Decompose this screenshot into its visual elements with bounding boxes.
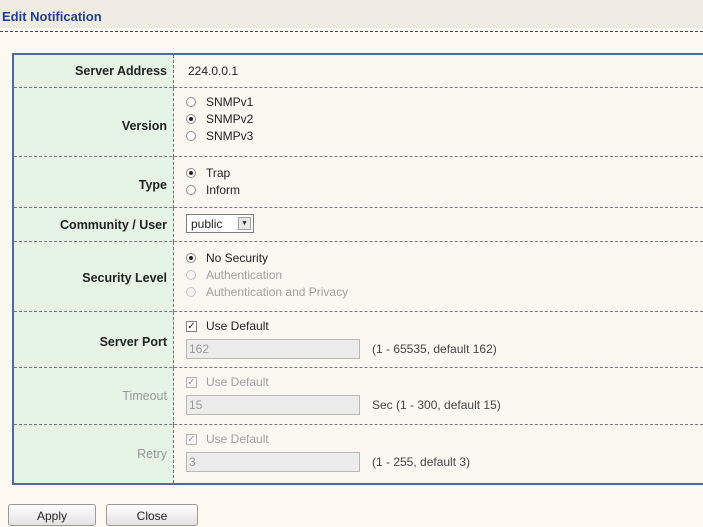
- row-server-address: Server Address 224.0.0.1: [14, 55, 703, 88]
- community-label: Community / User: [14, 208, 174, 242]
- community-select[interactable]: public ▼: [186, 214, 254, 233]
- timeout-input: 15: [186, 395, 360, 415]
- row-version: Version SNMPv1 SNMPv2 SNMPv3: [14, 88, 703, 157]
- version-options: SNMPv1 SNMPv2 SNMPv3: [186, 88, 703, 157]
- server-address-label: Server Address: [14, 55, 174, 88]
- radio-snmpv2[interactable]: [186, 114, 196, 124]
- type-label: Type: [14, 157, 174, 208]
- version-label: Version: [14, 88, 174, 157]
- server-port-content: ✓ Use Default 162 (1 - 65535, default 16…: [186, 312, 703, 368]
- radio-no-security[interactable]: [186, 253, 196, 263]
- radio-snmpv3[interactable]: [186, 131, 196, 141]
- radio-trap[interactable]: [186, 168, 196, 178]
- timeout-use-default-checkbox: ✓: [186, 377, 197, 388]
- radio-auth-privacy: [186, 287, 196, 297]
- retry-input: 3: [186, 452, 360, 472]
- row-server-port: Server Port ✓ Use Default 162 (1 - 65535…: [14, 312, 703, 368]
- retry-hint: (1 - 255, default 3): [372, 455, 471, 469]
- server-port-input[interactable]: 162: [186, 339, 360, 359]
- radio-inform[interactable]: [186, 185, 196, 195]
- timeout-content: ✓ Use Default 15 Sec (1 - 300, default 1…: [186, 368, 703, 425]
- timeout-hint: Sec (1 - 300, default 15): [372, 398, 501, 412]
- retry-label: Retry: [14, 425, 174, 483]
- page-title: Edit Notification: [2, 9, 102, 24]
- apply-button[interactable]: Apply: [8, 504, 96, 526]
- retry-use-default-checkbox: ✓: [186, 434, 197, 445]
- server-port-use-default-checkbox[interactable]: ✓: [186, 321, 197, 332]
- security-level-label: Security Level: [14, 242, 174, 312]
- title-bar: Edit Notification: [0, 0, 703, 28]
- chevron-down-icon[interactable]: ▼: [238, 217, 251, 230]
- security-level-options: No Security Authentication Authenticatio…: [186, 242, 703, 312]
- row-timeout: Timeout ✓ Use Default 15 Sec (1 - 300, d…: [14, 368, 703, 425]
- retry-content: ✓ Use Default 3 (1 - 255, default 3): [186, 425, 703, 483]
- server-port-label: Server Port: [14, 312, 174, 368]
- server-address-value: 224.0.0.1: [188, 64, 239, 78]
- server-port-hint: (1 - 65535, default 162): [372, 342, 497, 356]
- radio-authentication: [186, 270, 196, 280]
- title-divider: [0, 31, 703, 32]
- radio-snmpv1[interactable]: [186, 97, 196, 107]
- timeout-label: Timeout: [14, 368, 174, 425]
- row-community: Community / User public ▼: [14, 208, 703, 242]
- row-retry: Retry ✓ Use Default 3 (1 - 255, default …: [14, 425, 703, 483]
- server-address-content: 224.0.0.1: [186, 55, 703, 88]
- type-options: Trap Inform: [186, 157, 703, 208]
- row-type: Type Trap Inform: [14, 157, 703, 208]
- close-button[interactable]: Close: [106, 504, 198, 526]
- community-content: public ▼: [186, 208, 703, 242]
- row-security-level: Security Level No Security Authenticatio…: [14, 242, 703, 312]
- notification-form: Server Address 224.0.0.1 Version SNMPv1 …: [12, 53, 703, 485]
